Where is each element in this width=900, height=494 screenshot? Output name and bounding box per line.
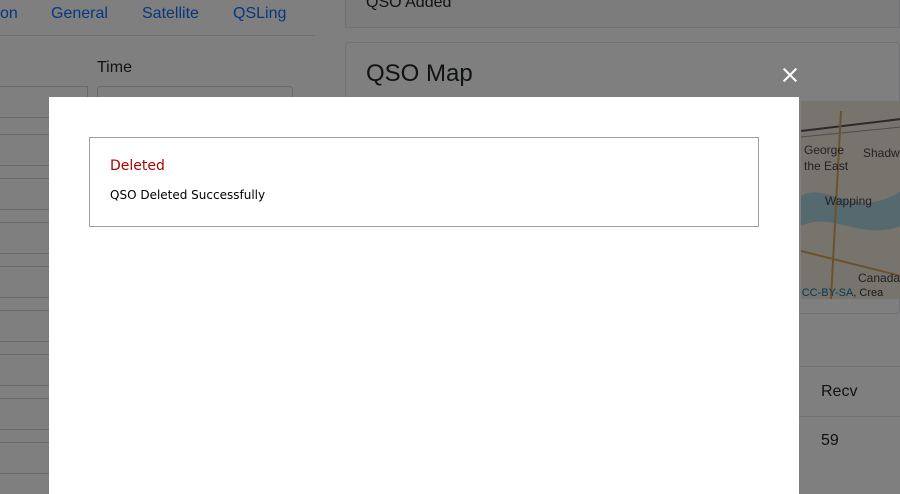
modal-dialog: Deleted QSO Deleted Successfully: [49, 97, 799, 494]
alert-heading: Deleted: [110, 158, 165, 174]
close-icon[interactable]: [779, 64, 801, 86]
alert-message: QSO Deleted Successfully: [110, 188, 266, 202]
alert-box: Deleted QSO Deleted Successfully: [89, 137, 759, 227]
